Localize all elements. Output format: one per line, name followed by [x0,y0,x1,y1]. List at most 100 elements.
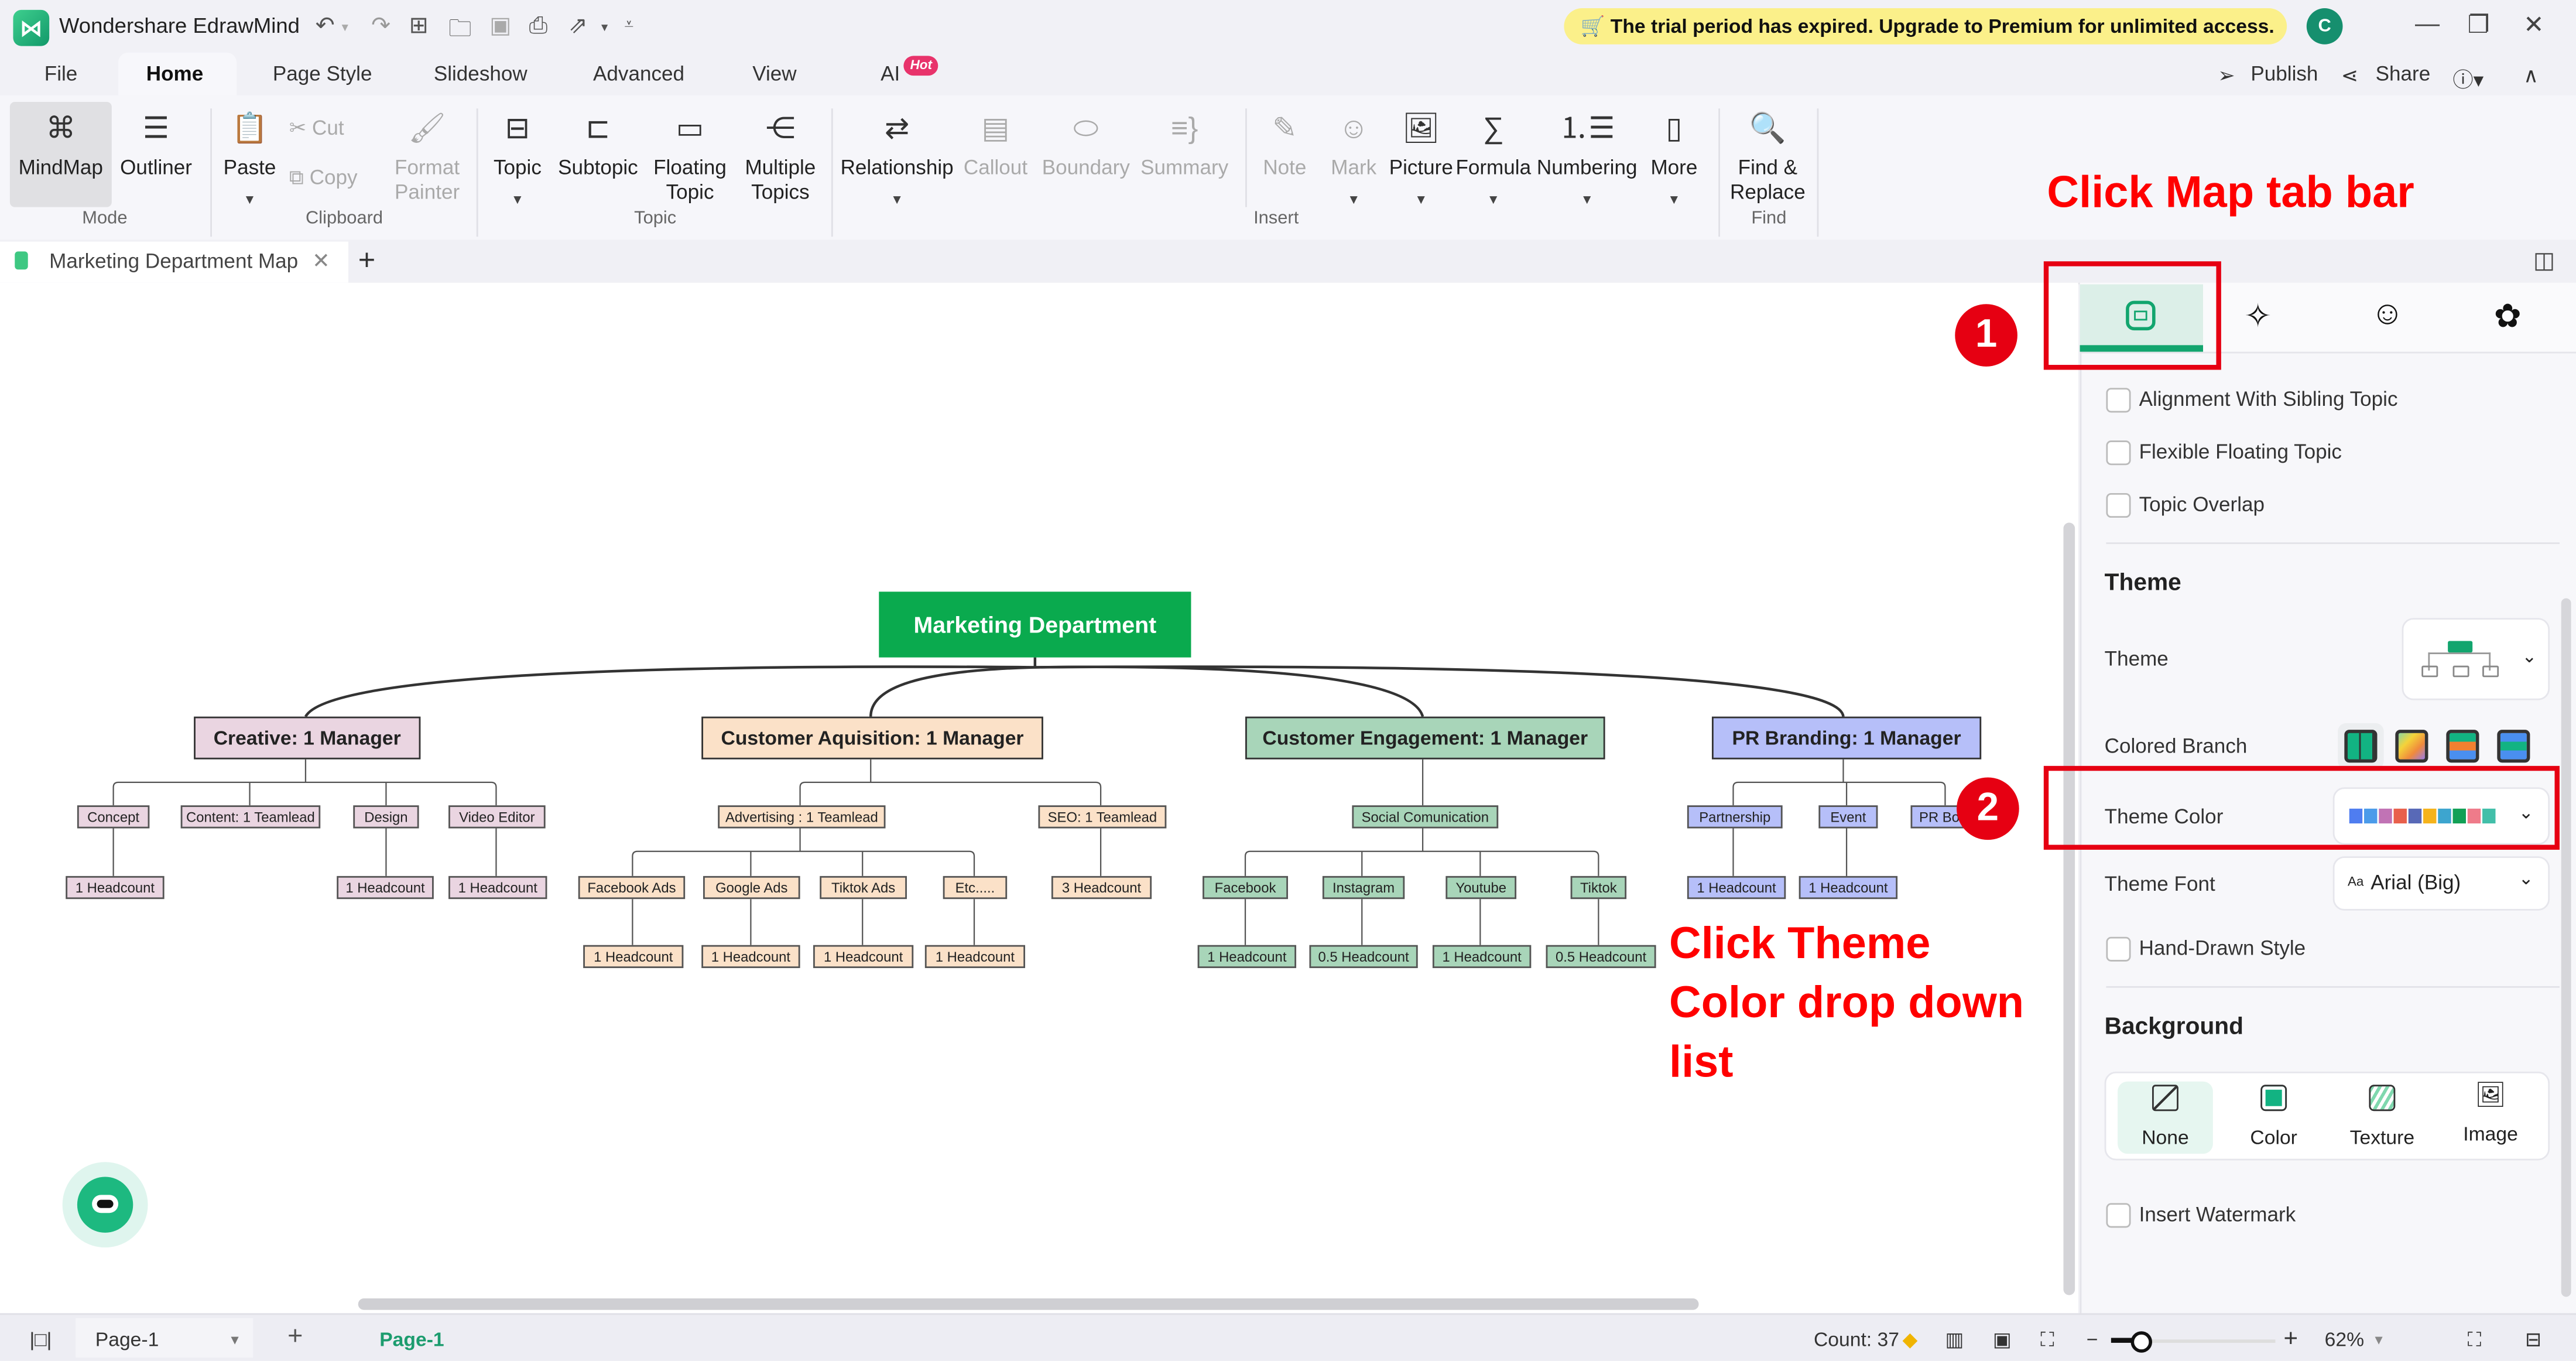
root-topic[interactable]: Marketing Department [879,591,1191,658]
background-color-option[interactable]: Color [2228,1082,2320,1149]
close-window-icon[interactable]: ✕ [2523,10,2544,40]
publish-icon[interactable]: ➢ [2218,63,2235,87]
topic-headcount[interactable]: 1 Headcount [924,945,1026,969]
ai-assistant-button[interactable] [62,1162,148,1248]
topic-overlap-checkbox[interactable] [2106,493,2131,518]
panel-scrollbar[interactable] [2561,598,2571,1297]
topic-design[interactable]: Design [353,805,419,829]
annotation-step2-text: Click Theme Color drop down list [1669,914,2024,1091]
branch-customer-engagement[interactable]: Customer Engagement: 1 Manager [1245,716,1605,760]
zoom-slider-handle[interactable] [2130,1331,2153,1353]
topic-tiktok[interactable]: Tiktok [1570,876,1627,900]
premium-diamond-icon[interactable]: ◆ [1902,1328,1917,1351]
zoom-level[interactable]: 62% [2325,1328,2364,1351]
topic-headcount[interactable]: 3 Headcount [1051,876,1152,900]
hand-drawn-label: Hand-Drawn Style [2139,936,2306,960]
fit-page-icon[interactable]: ▣ [1993,1328,2012,1351]
flexible-floating-checkbox[interactable] [2106,440,2131,466]
topic-headcount[interactable]: 1 Headcount [66,876,165,900]
topic-social-communication[interactable]: Social Comunication [1352,805,1499,829]
colored-branch-option-3[interactable] [2446,730,2479,763]
fit-width-icon[interactable]: ⊟ [2525,1328,2541,1351]
colored-branch-option-1[interactable] [2344,730,2378,763]
fullscreen-icon[interactable]: ⛶ [2468,1328,2482,1353]
topic-tiktok-ads[interactable]: Tiktok Ads [820,876,907,900]
hand-drawn-checkbox[interactable] [2106,936,2131,962]
mark-tab-icon[interactable]: ☺ [2371,296,2404,334]
restore-icon[interactable]: ❐ [2468,10,2490,40]
share-icon[interactable]: ⋖ [2341,63,2358,87]
topic-headcount[interactable]: 1 Headcount [1432,945,1532,969]
background-texture-option[interactable]: Texture [2336,1082,2428,1149]
colored-branch-option-2[interactable] [2395,730,2428,763]
topic-headcount[interactable]: 1 Headcount [813,945,914,969]
topic-headcount[interactable]: 1 Headcount [448,876,547,900]
font-aa-icon: Aa [2347,874,2364,890]
theme-section-title: Theme [2104,570,2181,597]
topic-headcount[interactable]: 0.5 Headcount [1309,945,1418,969]
topic-facebook[interactable]: Facebook [1203,876,1288,900]
topic-headcount[interactable]: 1 Headcount [1197,945,1297,969]
topic-headcount[interactable]: 1 Headcount [1799,876,1898,900]
flexible-floating-label: Flexible Floating Topic [2139,440,2342,464]
ai-sparkle-tab-icon[interactable]: ✧ [2244,296,2272,337]
color-fill-icon [2260,1085,2287,1112]
page-dropdown-icon[interactable]: ▼ [228,1333,241,1348]
minimize-icon[interactable]: — [2415,10,2440,38]
share-button[interactable]: Share [2376,63,2431,86]
topic-seo[interactable]: SEO: 1 Teamlead [1038,805,1167,829]
zoom-slider[interactable] [2111,1331,2276,1353]
topic-concept[interactable]: Concept [77,805,150,829]
branch-pr-branding[interactable]: PR Branding: 1 Manager [1711,716,1982,760]
add-page-icon[interactable]: + [287,1323,303,1353]
topic-google-ads[interactable]: Google Ads [703,876,800,900]
alignment-sibling-label: Alignment With Sibling Topic [2139,388,2398,411]
topic-content[interactable]: Content: 1 Teamlead [180,805,321,829]
zoom-in-icon[interactable]: + [2284,1325,2298,1353]
background-image-label: Image [2463,1122,2518,1146]
topic-etc[interactable]: Etc..... [943,876,1008,900]
fullscreen-fit-icon[interactable]: ⛶ [2040,1328,2054,1353]
insert-watermark-checkbox[interactable] [2106,1203,2131,1228]
background-color-label: Color [2250,1126,2297,1149]
texture-icon [2369,1085,2396,1112]
map-view-icon[interactable]: ▥ [1945,1328,1964,1351]
topic-event[interactable]: Event [1818,805,1878,829]
topic-advertising[interactable]: Advertising : 1 Teamlead [718,805,886,829]
theme-font-dropdown[interactable]: Aa Arial (Big) ⌄ [2332,856,2550,911]
topic-partnership[interactable]: Partnership [1687,805,1783,829]
page-selector-value: Page-1 [95,1328,159,1351]
zoom-out-icon[interactable]: − [2087,1328,2098,1351]
topic-headcount[interactable]: 1 Headcount [1687,876,1786,900]
zoom-dropdown-icon[interactable]: ▼ [2372,1333,2385,1348]
annotation-step2-line3: list [1669,1037,1734,1087]
page-thumbnails-icon[interactable]: |□| [30,1328,52,1351]
background-none-option[interactable]: None [2119,1082,2211,1149]
collapse-ribbon-icon[interactable]: ∧ [2523,63,2539,87]
background-image-option[interactable]: 🖼 Image [2445,1082,2537,1145]
help-icon[interactable]: ⓘ▾ [2453,63,2484,94]
topic-facebook-ads[interactable]: Facebook Ads [578,876,686,900]
topic-instagram[interactable]: Instagram [1322,876,1405,900]
colored-branch-option-4[interactable] [2497,730,2530,763]
settings-tab-icon[interactable]: ✿ [2494,296,2522,337]
topic-headcount[interactable]: 1 Headcount [701,945,800,969]
topic-video-editor[interactable]: Video Editor [448,805,546,829]
vertical-scrollbar[interactable] [2063,522,2075,1295]
topic-headcount[interactable]: 1 Headcount [583,945,684,969]
theme-dropdown[interactable]: ⌄ [2402,618,2550,700]
branch-creative[interactable]: Creative: 1 Manager [194,716,421,760]
alignment-sibling-checkbox[interactable] [2106,388,2131,413]
active-page-tab[interactable]: Page-1 [379,1328,444,1351]
topic-youtube[interactable]: Youtube [1445,876,1517,900]
branch-customer-acquisition[interactable]: Customer Aquisition: 1 Manager [701,716,1043,760]
user-avatar[interactable]: C [2306,8,2343,45]
publish-button[interactable]: Publish [2250,63,2318,86]
topic-headcount[interactable]: 1 Headcount [337,876,434,900]
divider [2106,986,2560,988]
horizontal-scrollbar[interactable] [358,1298,1699,1310]
toggle-panel-icon[interactable]: ◫ [2533,247,2555,275]
topic-headcount[interactable]: 0.5 Headcount [1546,945,1656,969]
theme-preview-icon [2448,641,2473,653]
theme-label: Theme [2104,647,2169,671]
